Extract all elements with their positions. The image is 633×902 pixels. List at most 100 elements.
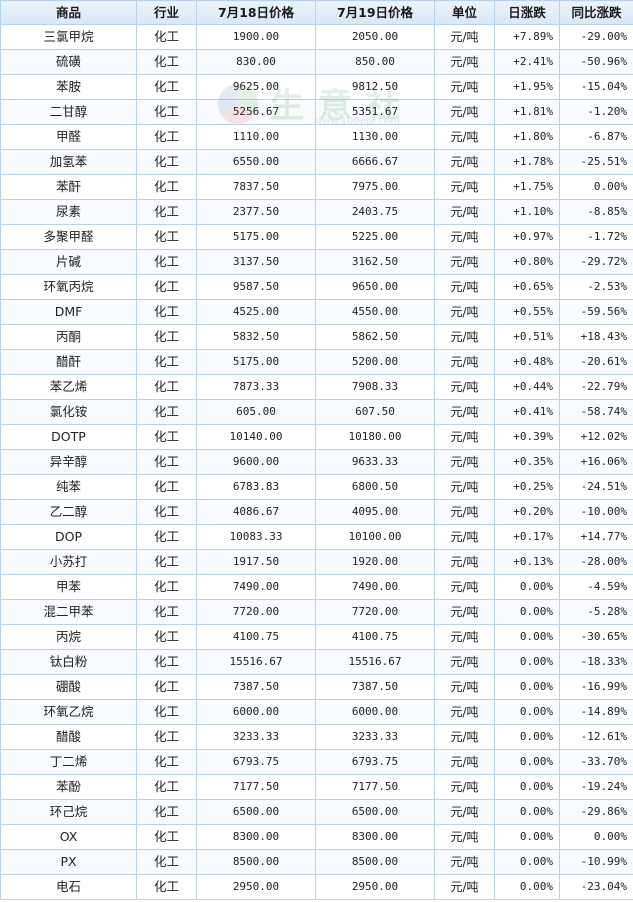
cell-price-jul18: 10083.33 [196, 524, 316, 550]
cell-price-jul18: 9625.00 [196, 74, 316, 100]
cell-daily-change: +0.25% [494, 474, 560, 500]
cell-commodity-name[interactable]: 尿素 [0, 199, 137, 225]
cell-yoy-change: -16.99% [559, 674, 633, 700]
cell-commodity-name[interactable]: 加氢苯 [0, 149, 137, 175]
table-row: DOTP 化工 10140.00 10180.00 元/吨 +0.39% +12.02% [0, 424, 633, 450]
cell-yoy-change: +12.02% [559, 424, 633, 450]
cell-price-jul19: 1130.00 [315, 124, 435, 150]
cell-commodity-name[interactable]: 二甘醇 [0, 99, 137, 125]
cell-yoy-change: -23.04% [559, 874, 633, 900]
cell-commodity-name[interactable]: 丁二烯 [0, 749, 137, 775]
cell-unit: 元/吨 [434, 149, 495, 175]
table-row: 环己烷 化工 6500.00 6500.00 元/吨 0.00% -29.86% [0, 799, 633, 825]
cell-commodity-name[interactable]: 苯乙烯 [0, 374, 137, 400]
header-yoy-change[interactable]: 同比涨跌 [559, 0, 633, 25]
cell-commodity-name[interactable]: 醋酐 [0, 349, 137, 375]
table-row: 甲醛 化工 1110.00 1130.00 元/吨 +1.80% -6.87% [0, 124, 633, 150]
cell-commodity-name[interactable]: 甲醛 [0, 124, 137, 150]
cell-commodity-name[interactable]: 甲苯 [0, 574, 137, 600]
cell-commodity-name[interactable]: OX [0, 824, 137, 850]
cell-daily-change: +1.75% [494, 174, 560, 200]
cell-industry: 化工 [136, 74, 197, 100]
cell-daily-change: 0.00% [494, 599, 560, 625]
cell-industry: 化工 [136, 124, 197, 150]
table-row: OX 化工 8300.00 8300.00 元/吨 0.00% 0.00% [0, 824, 633, 850]
cell-commodity-name[interactable]: 环己烷 [0, 799, 137, 825]
cell-price-jul19: 9650.00 [315, 274, 435, 300]
header-unit[interactable]: 单位 [434, 0, 495, 25]
cell-commodity-name[interactable]: 苯酚 [0, 774, 137, 800]
table-row: 二甘醇 化工 5256.67 5351.67 元/吨 +1.81% -1.20% [0, 99, 633, 125]
cell-commodity-name[interactable]: 三氯甲烷 [0, 24, 137, 50]
cell-price-jul18: 9587.50 [196, 274, 316, 300]
cell-commodity-name[interactable]: DOP [0, 524, 137, 550]
cell-commodity-name[interactable]: 苯酐 [0, 174, 137, 200]
cell-commodity-name[interactable]: 电石 [0, 874, 137, 900]
cell-industry: 化工 [136, 824, 197, 850]
cell-commodity-name[interactable]: DMF [0, 299, 137, 325]
table-row: 氯化铵 化工 605.00 607.50 元/吨 +0.41% -58.74% [0, 399, 633, 425]
cell-daily-change: +0.55% [494, 299, 560, 325]
cell-commodity-name[interactable]: DOTP [0, 424, 137, 450]
cell-yoy-change: -20.61% [559, 349, 633, 375]
cell-commodity-name[interactable]: 环氧乙烷 [0, 699, 137, 725]
table-row: 乙二醇 化工 4086.67 4095.00 元/吨 +0.20% -10.00% [0, 499, 633, 525]
cell-industry: 化工 [136, 324, 197, 350]
cell-yoy-change: +18.43% [559, 324, 633, 350]
cell-unit: 元/吨 [434, 599, 495, 625]
cell-daily-change: 0.00% [494, 774, 560, 800]
cell-commodity-name[interactable]: 小苏打 [0, 549, 137, 575]
header-price-jul18[interactable]: 7月18日价格 [196, 0, 316, 25]
cell-commodity-name[interactable]: 硫磺 [0, 49, 137, 75]
cell-yoy-change: -8.85% [559, 199, 633, 225]
table-row: 苯酚 化工 7177.50 7177.50 元/吨 0.00% -19.24% [0, 774, 633, 800]
cell-unit: 元/吨 [434, 624, 495, 650]
cell-commodity-name[interactable]: 异辛醇 [0, 449, 137, 475]
cell-commodity-name[interactable]: 多聚甲醛 [0, 224, 137, 250]
cell-price-jul19: 2050.00 [315, 24, 435, 50]
cell-price-jul18: 1900.00 [196, 24, 316, 50]
cell-commodity-name[interactable]: 醋酸 [0, 724, 137, 750]
cell-yoy-change: 0.00% [559, 174, 633, 200]
cell-commodity-name[interactable]: 钛白粉 [0, 649, 137, 675]
cell-daily-change: 0.00% [494, 849, 560, 875]
cell-yoy-change: +14.77% [559, 524, 633, 550]
cell-industry: 化工 [136, 749, 197, 775]
cell-commodity-name[interactable]: 氯化铵 [0, 399, 137, 425]
cell-commodity-name[interactable]: 苯胺 [0, 74, 137, 100]
cell-commodity-name[interactable]: 环氧丙烷 [0, 274, 137, 300]
cell-yoy-change: -14.89% [559, 699, 633, 725]
cell-yoy-change: -58.74% [559, 399, 633, 425]
cell-unit: 元/吨 [434, 574, 495, 600]
cell-daily-change: 0.00% [494, 699, 560, 725]
header-commodity[interactable]: 商品 [0, 0, 137, 25]
table-row: 环氧乙烷 化工 6000.00 6000.00 元/吨 0.00% -14.89% [0, 699, 633, 725]
cell-unit: 元/吨 [434, 549, 495, 575]
header-industry[interactable]: 行业 [136, 0, 197, 25]
cell-yoy-change: -10.99% [559, 849, 633, 875]
table-row: PX 化工 8500.00 8500.00 元/吨 0.00% -10.99% [0, 849, 633, 875]
cell-price-jul18: 830.00 [196, 49, 316, 75]
cell-commodity-name[interactable]: 乙二醇 [0, 499, 137, 525]
cell-price-jul18: 8300.00 [196, 824, 316, 850]
table-row: 电石 化工 2950.00 2950.00 元/吨 0.00% -23.04% [0, 874, 633, 900]
cell-daily-change: +1.95% [494, 74, 560, 100]
cell-industry: 化工 [136, 224, 197, 250]
cell-unit: 元/吨 [434, 449, 495, 475]
cell-commodity-name[interactable]: 混二甲苯 [0, 599, 137, 625]
cell-commodity-name[interactable]: 纯苯 [0, 474, 137, 500]
cell-industry: 化工 [136, 574, 197, 600]
cell-commodity-name[interactable]: 片碱 [0, 249, 137, 275]
cell-yoy-change: -50.96% [559, 49, 633, 75]
cell-unit: 元/吨 [434, 374, 495, 400]
header-price-jul19[interactable]: 7月19日价格 [315, 0, 435, 25]
cell-commodity-name[interactable]: PX [0, 849, 137, 875]
cell-price-jul18: 7490.00 [196, 574, 316, 600]
cell-price-jul19: 9633.33 [315, 449, 435, 475]
cell-commodity-name[interactable]: 硼酸 [0, 674, 137, 700]
table-row: 苯酐 化工 7837.50 7975.00 元/吨 +1.75% 0.00% [0, 174, 633, 200]
header-daily-change[interactable]: 日涨跌 [494, 0, 560, 25]
cell-daily-change: 0.00% [494, 799, 560, 825]
cell-commodity-name[interactable]: 丙酮 [0, 324, 137, 350]
cell-commodity-name[interactable]: 丙烷 [0, 624, 137, 650]
